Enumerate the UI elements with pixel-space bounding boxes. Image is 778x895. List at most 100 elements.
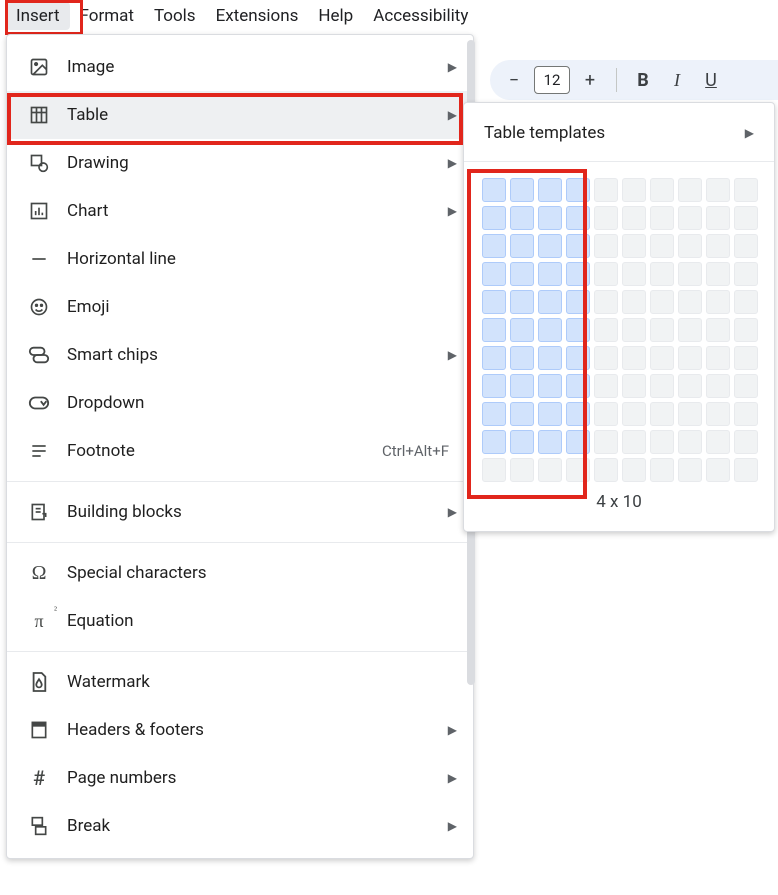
grid-cell[interactable] xyxy=(706,458,730,482)
grid-cell[interactable] xyxy=(538,458,562,482)
menu-item-special-characters[interactable]: Ω Special characters xyxy=(7,549,473,597)
menu-item-footnote[interactable]: Footnote Ctrl+Alt+F xyxy=(7,427,473,475)
grid-cell[interactable] xyxy=(622,290,646,314)
menu-item-drawing[interactable]: Drawing ▶ xyxy=(7,139,473,187)
bold-button[interactable]: B xyxy=(629,66,657,94)
grid-cell[interactable] xyxy=(678,262,702,286)
grid-cell[interactable] xyxy=(566,346,590,370)
grid-cell[interactable] xyxy=(622,402,646,426)
grid-cell[interactable] xyxy=(594,318,618,342)
grid-cell[interactable] xyxy=(678,458,702,482)
grid-cell[interactable] xyxy=(510,262,534,286)
grid-cell[interactable] xyxy=(566,374,590,398)
grid-cell[interactable] xyxy=(510,346,534,370)
grid-cell[interactable] xyxy=(482,178,506,202)
grid-cell[interactable] xyxy=(538,430,562,454)
grid-cell[interactable] xyxy=(734,234,758,258)
grid-cell[interactable] xyxy=(510,402,534,426)
grid-cell[interactable] xyxy=(622,206,646,230)
grid-cell[interactable] xyxy=(734,346,758,370)
grid-cell[interactable] xyxy=(482,206,506,230)
menu-accessibility[interactable]: Accessibility xyxy=(363,2,478,30)
grid-cell[interactable] xyxy=(650,178,674,202)
grid-cell[interactable] xyxy=(650,458,674,482)
menu-item-building-blocks[interactable]: Building blocks ▶ xyxy=(7,488,473,536)
grid-cell[interactable] xyxy=(594,262,618,286)
grid-cell[interactable] xyxy=(734,262,758,286)
menu-item-emoji[interactable]: Emoji xyxy=(7,283,473,331)
grid-cell[interactable] xyxy=(482,234,506,258)
menu-item-equation[interactable]: π² Equation xyxy=(7,597,473,645)
grid-cell[interactable] xyxy=(734,374,758,398)
table-size-grid[interactable] xyxy=(482,178,758,482)
grid-cell[interactable] xyxy=(566,290,590,314)
grid-cell[interactable] xyxy=(706,402,730,426)
menu-item-table-templates[interactable]: Table templates ▶ xyxy=(464,111,774,155)
grid-cell[interactable] xyxy=(734,458,758,482)
grid-cell[interactable] xyxy=(538,318,562,342)
grid-cell[interactable] xyxy=(510,234,534,258)
grid-cell[interactable] xyxy=(650,402,674,426)
underline-button[interactable]: U xyxy=(697,66,725,94)
grid-cell[interactable] xyxy=(594,458,618,482)
menu-item-image[interactable]: Image ▶ xyxy=(7,43,473,91)
grid-cell[interactable] xyxy=(510,458,534,482)
grid-cell[interactable] xyxy=(734,430,758,454)
grid-cell[interactable] xyxy=(650,346,674,370)
grid-cell[interactable] xyxy=(538,206,562,230)
grid-cell[interactable] xyxy=(622,374,646,398)
grid-cell[interactable] xyxy=(734,178,758,202)
menu-help[interactable]: Help xyxy=(308,2,363,30)
grid-cell[interactable] xyxy=(650,374,674,398)
grid-cell[interactable] xyxy=(678,206,702,230)
font-size-input[interactable]: 12 xyxy=(534,66,570,94)
grid-cell[interactable] xyxy=(650,318,674,342)
grid-cell[interactable] xyxy=(706,206,730,230)
grid-cell[interactable] xyxy=(538,402,562,426)
grid-cell[interactable] xyxy=(678,374,702,398)
grid-cell[interactable] xyxy=(482,402,506,426)
grid-cell[interactable] xyxy=(538,262,562,286)
menu-item-chart[interactable]: Chart ▶ xyxy=(7,187,473,235)
grid-cell[interactable] xyxy=(678,178,702,202)
grid-cell[interactable] xyxy=(566,206,590,230)
grid-cell[interactable] xyxy=(650,234,674,258)
grid-cell[interactable] xyxy=(650,430,674,454)
grid-cell[interactable] xyxy=(622,430,646,454)
menu-extensions[interactable]: Extensions xyxy=(206,2,309,30)
grid-cell[interactable] xyxy=(566,458,590,482)
font-size-decrease-button[interactable]: − xyxy=(500,66,528,94)
grid-cell[interactable] xyxy=(538,178,562,202)
grid-cell[interactable] xyxy=(594,290,618,314)
grid-cell[interactable] xyxy=(482,374,506,398)
grid-cell[interactable] xyxy=(510,206,534,230)
grid-cell[interactable] xyxy=(678,234,702,258)
menu-item-headers-footers[interactable]: Headers & footers ▶ xyxy=(7,706,473,754)
grid-cell[interactable] xyxy=(594,346,618,370)
grid-cell[interactable] xyxy=(566,402,590,426)
grid-cell[interactable] xyxy=(706,262,730,286)
grid-cell[interactable] xyxy=(538,374,562,398)
grid-cell[interactable] xyxy=(650,290,674,314)
grid-cell[interactable] xyxy=(594,430,618,454)
grid-cell[interactable] xyxy=(706,374,730,398)
grid-cell[interactable] xyxy=(566,262,590,286)
grid-cell[interactable] xyxy=(650,206,674,230)
grid-cell[interactable] xyxy=(622,346,646,370)
grid-cell[interactable] xyxy=(594,178,618,202)
menu-tools[interactable]: Tools xyxy=(144,2,206,30)
grid-cell[interactable] xyxy=(734,290,758,314)
grid-cell[interactable] xyxy=(706,346,730,370)
grid-cell[interactable] xyxy=(482,458,506,482)
grid-cell[interactable] xyxy=(622,262,646,286)
grid-cell[interactable] xyxy=(622,178,646,202)
grid-cell[interactable] xyxy=(510,318,534,342)
italic-button[interactable]: I xyxy=(663,66,691,94)
menu-item-table[interactable]: Table ▶ xyxy=(7,91,473,139)
grid-cell[interactable] xyxy=(594,402,618,426)
grid-cell[interactable] xyxy=(622,458,646,482)
grid-cell[interactable] xyxy=(510,178,534,202)
grid-cell[interactable] xyxy=(678,290,702,314)
grid-cell[interactable] xyxy=(538,234,562,258)
menu-item-horizontal-line[interactable]: Horizontal line xyxy=(7,235,473,283)
